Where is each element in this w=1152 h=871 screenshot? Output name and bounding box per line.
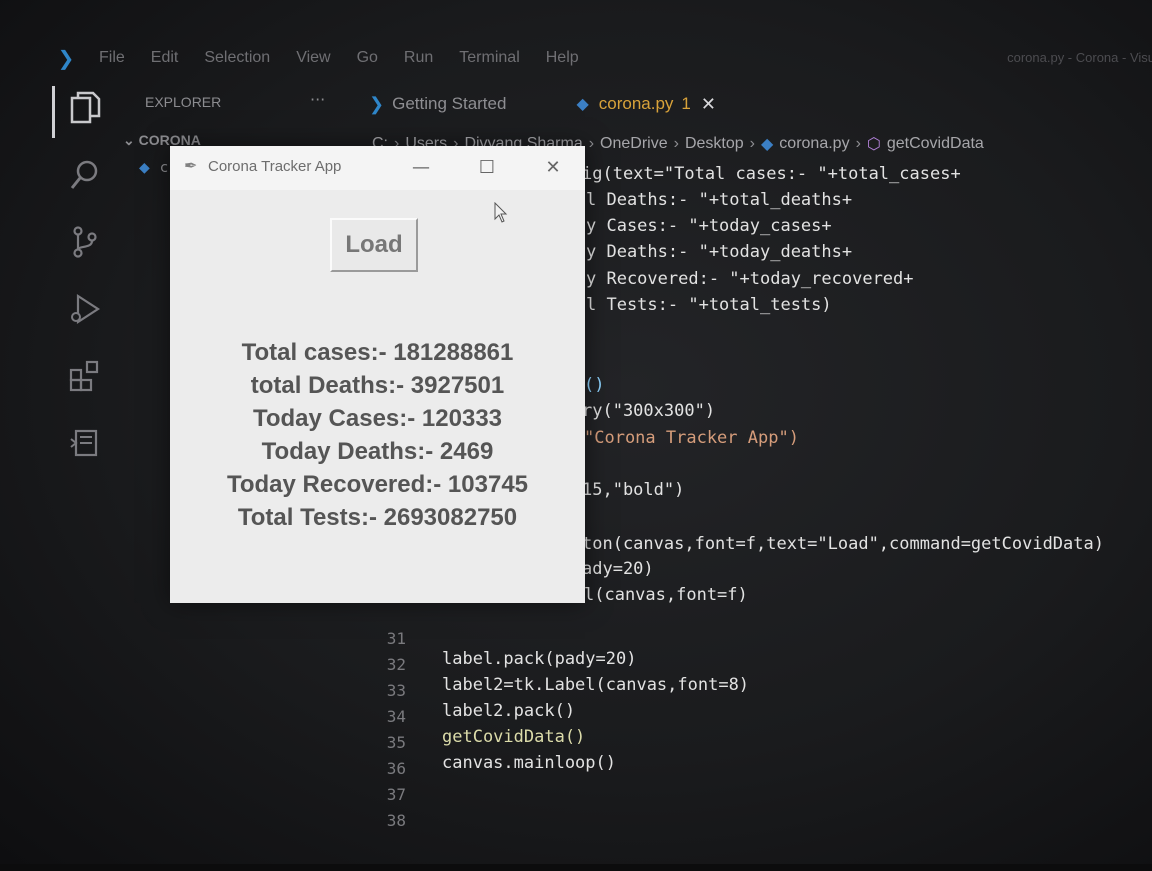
load-button[interactable]: Load bbox=[330, 218, 418, 272]
code-line: 36 bbox=[370, 739, 431, 778]
code-text: label2.pack() bbox=[442, 701, 576, 721]
window-title: Corona Tracker App bbox=[208, 158, 342, 175]
today-recovered-text: Today Recovered:- 103745 bbox=[226, 471, 529, 498]
code-fragment: ry("300x300") bbox=[582, 401, 716, 421]
tk-feather-icon: ✒ bbox=[184, 156, 198, 175]
today-cases-text: Today Cases:- 120333 bbox=[252, 405, 503, 432]
editor-tabs: ❯ Getting Started ◆ corona.py 1 ✕ bbox=[355, 82, 1152, 126]
code-fragment: ig(text="Total cases:- "+total_cases+ bbox=[582, 164, 961, 184]
active-indicator bbox=[52, 86, 55, 138]
screen: ❯ File Edit Selection View Go Run Termin… bbox=[0, 0, 1152, 864]
more-actions-icon[interactable]: ··· bbox=[310, 90, 325, 109]
menu-help[interactable]: Help bbox=[546, 49, 579, 67]
extensions-icon[interactable] bbox=[65, 358, 105, 398]
code-fragment: y Deaths:- "+today_deaths+ bbox=[586, 242, 853, 262]
chevron-right-icon: › bbox=[588, 135, 595, 152]
code-fragment: l Deaths:- "+total_deaths+ bbox=[586, 190, 853, 210]
menu-run[interactable]: Run bbox=[404, 49, 433, 67]
tab-corona-py[interactable]: ◆ corona.py 1 ✕ bbox=[562, 82, 730, 126]
minimize-button[interactable]: — bbox=[406, 154, 436, 182]
tab-getting-started[interactable]: ❯ Getting Started bbox=[355, 82, 520, 126]
code-fragment: l Tests:- "+total_tests) bbox=[586, 295, 832, 315]
close-button[interactable]: ✕ bbox=[538, 154, 568, 182]
code-text: label.pack(pady=20) bbox=[442, 649, 637, 669]
maximize-button[interactable]: ☐ bbox=[472, 154, 502, 182]
vscode-icon: ❯ bbox=[369, 93, 385, 114]
code-line: 37 bbox=[370, 765, 431, 804]
source-control-icon[interactable] bbox=[65, 224, 105, 264]
code-text: canvas.mainloop() bbox=[442, 753, 616, 773]
close-icon[interactable]: ✕ bbox=[701, 94, 716, 115]
explorer-icon[interactable] bbox=[65, 90, 105, 130]
code-line: 32 label2=tk.Label(canvas,font=8) bbox=[370, 635, 749, 695]
code-line: 38 bbox=[370, 791, 431, 830]
chevron-right-icon: › bbox=[673, 135, 679, 152]
window-title: corona.py - Corona - Visu bbox=[1007, 50, 1152, 65]
code-text: getCovidData() bbox=[442, 727, 586, 747]
chevron-down-icon: ⌄ bbox=[123, 132, 135, 148]
menu-terminal[interactable]: Terminal bbox=[459, 49, 519, 67]
file-item-corona-py[interactable]: ◆ c bbox=[139, 160, 168, 176]
code-line: 33 label2.pack() bbox=[370, 661, 575, 721]
file-label: c bbox=[160, 160, 168, 176]
run-debug-icon[interactable] bbox=[65, 291, 105, 331]
search-icon[interactable] bbox=[65, 157, 105, 197]
chevron-right-icon: › bbox=[855, 135, 861, 152]
python-file-icon: ◆ bbox=[576, 96, 589, 113]
code-fragment: y Cases:- "+today_cases+ bbox=[586, 216, 832, 236]
today-deaths-text: Today Deaths:- 2469 bbox=[261, 438, 494, 465]
menu-file[interactable]: File bbox=[99, 49, 125, 67]
breadcrumb-item[interactable]: Desktop bbox=[685, 135, 744, 153]
python-file-icon: ◆ bbox=[760, 136, 774, 153]
code-line: 34 getCovidData() bbox=[370, 687, 586, 747]
corona-tracker-window: ✒ Corona Tracker App — ☐ ✕ Load Total ca… bbox=[170, 146, 585, 603]
code-text: label2=tk.Label(canvas,font=8) bbox=[442, 675, 750, 695]
tab-label: corona.py bbox=[598, 94, 674, 113]
menu-bar: ❯ File Edit Selection View Go Run Termin… bbox=[55, 38, 1152, 78]
code-line: 31 label.pack(pady=20) bbox=[370, 609, 637, 669]
total-deaths-text: total Deaths:- 3927501 bbox=[250, 372, 505, 399]
line-number: 38 bbox=[386, 811, 406, 830]
menu-go[interactable]: Go bbox=[357, 49, 378, 67]
code-fragment: "Corona Tracker App") bbox=[584, 428, 799, 448]
function-symbol-icon: ⬡ bbox=[866, 136, 881, 153]
total-cases-text: Total cases:- 181288861 bbox=[241, 339, 514, 366]
code-fragment: () bbox=[584, 375, 605, 395]
code-fragment: l(canvas,font=f) bbox=[584, 585, 748, 605]
chevron-right-icon: › bbox=[749, 135, 755, 152]
remote-explorer-icon[interactable] bbox=[65, 425, 105, 465]
menu-edit[interactable]: Edit bbox=[151, 49, 179, 67]
vscode-logo-icon: ❯ bbox=[57, 46, 75, 70]
tab-label: Getting Started bbox=[392, 94, 507, 113]
menu-selection[interactable]: Selection bbox=[204, 49, 270, 67]
window-titlebar[interactable]: ✒ Corona Tracker App — ☐ ✕ bbox=[170, 146, 585, 190]
activity-bar bbox=[52, 78, 115, 518]
code-fragment: y Recovered:- "+today_recovered+ bbox=[586, 269, 914, 289]
stats-label: Total cases:- 181288861 total Deaths:- 3… bbox=[170, 336, 585, 534]
breadcrumb-file[interactable]: corona.py bbox=[779, 135, 849, 153]
code-fragment: ton(canvas,font=f,text="Load",command=ge… bbox=[582, 534, 1104, 554]
code-fragment: 15,"bold") bbox=[582, 480, 685, 500]
breadcrumb-symbol[interactable]: getCovidData bbox=[887, 135, 984, 153]
code-line: 35 canvas.mainloop() bbox=[370, 713, 616, 773]
mouse-cursor-icon bbox=[494, 202, 508, 223]
python-file-icon: ◆ bbox=[139, 160, 150, 176]
code-fragment: ady=20) bbox=[582, 559, 654, 579]
breadcrumb-item[interactable]: OneDrive bbox=[600, 135, 668, 153]
problem-count-badge: 1 bbox=[681, 94, 691, 113]
total-tests-text: Total Tests:- 2693082750 bbox=[237, 504, 518, 531]
menu-view[interactable]: View bbox=[296, 49, 330, 67]
explorer-title: EXPLORER bbox=[145, 94, 222, 110]
